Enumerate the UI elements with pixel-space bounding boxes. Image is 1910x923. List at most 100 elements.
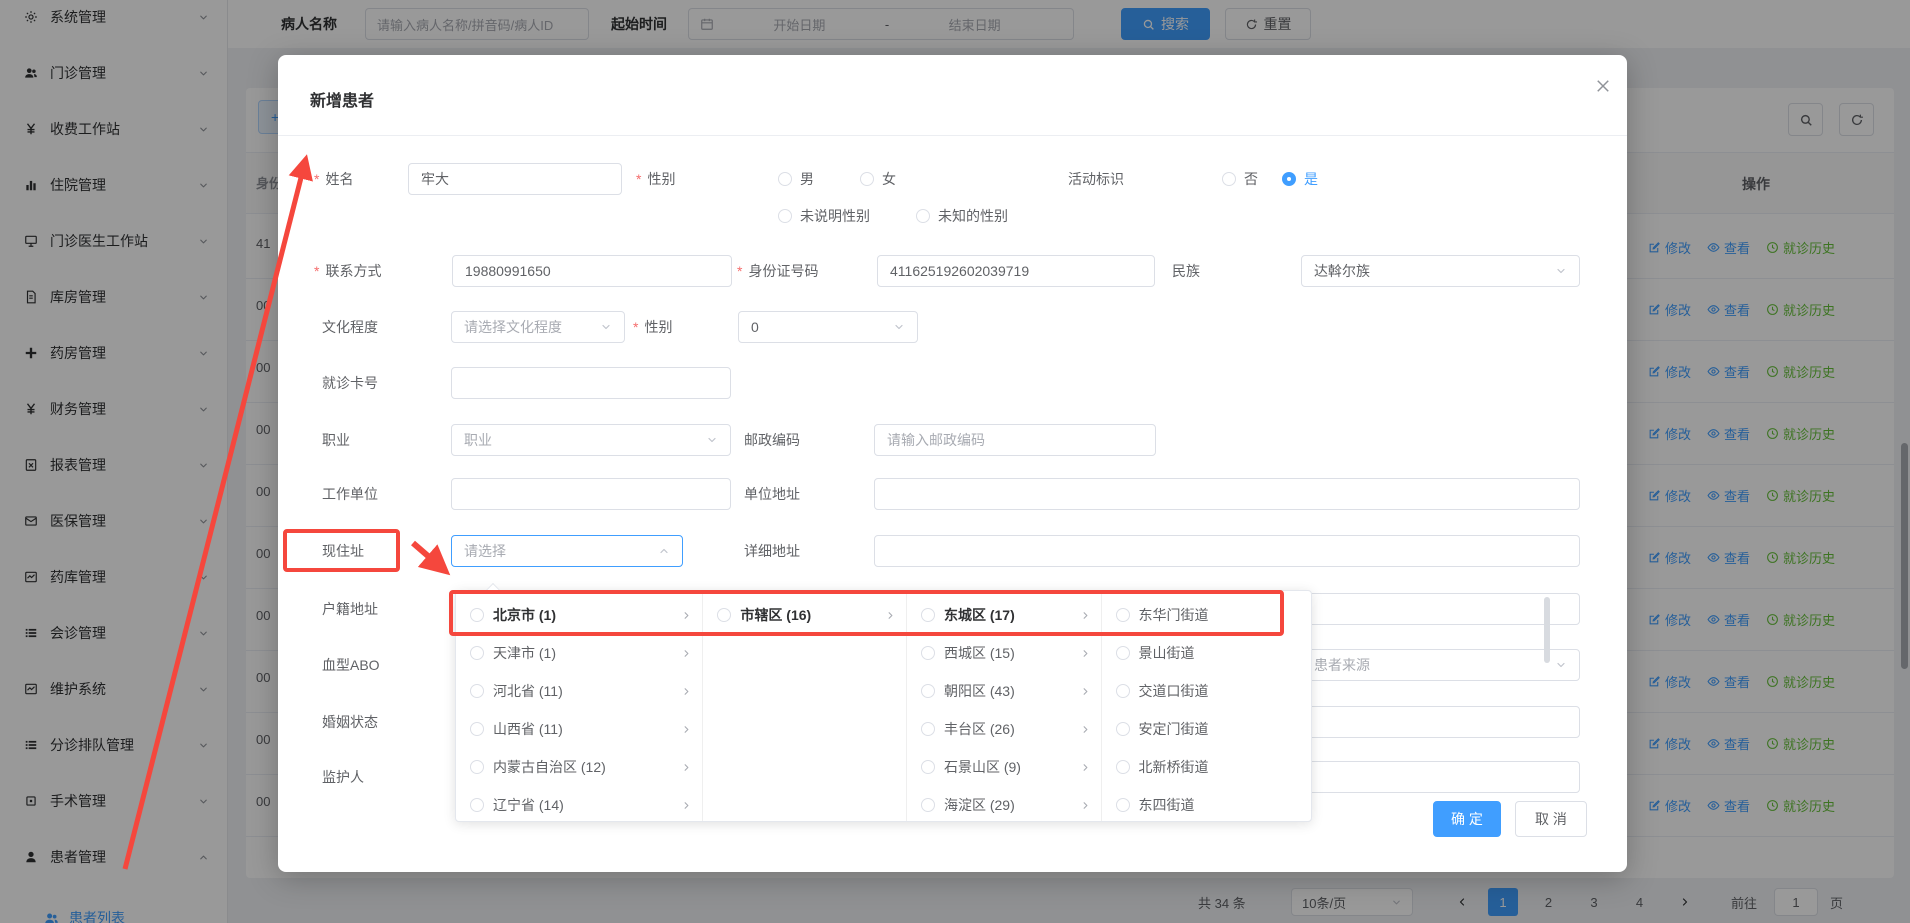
household-address-label: 户籍地址: [322, 593, 378, 625]
chevron-right-icon: [1080, 686, 1091, 697]
cascader-option-label: 丰台区 (26): [944, 719, 1071, 739]
cascader-option[interactable]: 辽宁省 (14): [456, 786, 702, 824]
cascader-option[interactable]: 东城区 (17): [907, 596, 1101, 634]
chevron-down-icon: [1555, 265, 1567, 277]
cascader-option[interactable]: 交道口街道: [1102, 672, 1312, 710]
cascader-option[interactable]: 东四街道: [1102, 786, 1312, 824]
cascader-column-1: 北京市 (1) 天津市 (1) 河北省 (11)山西省 (11) 内蒙古自治区 (12…: [456, 591, 703, 821]
cancel-button[interactable]: 取 消: [1515, 801, 1587, 837]
cascader-option[interactable]: 西城区 (15): [907, 634, 1101, 672]
detail-address-label: 详细地址: [744, 535, 800, 567]
gender-code-label: 性别: [633, 311, 672, 343]
patient-source-select[interactable]: 患者来源: [1301, 649, 1580, 681]
active-flag-label: 活动标识: [1068, 163, 1124, 195]
chevron-right-icon: [681, 762, 692, 773]
radio-icon: [916, 209, 930, 223]
radio-icon: [921, 722, 935, 736]
gender-radio-male[interactable]: 男: [778, 163, 814, 195]
cascader-option-label: 天津市 (1): [493, 643, 672, 663]
id-number-input[interactable]: 411625192602039719: [877, 255, 1155, 287]
cascader-option[interactable]: 北京市 (1): [456, 596, 702, 634]
active-flag-radio-no[interactable]: 否: [1222, 163, 1258, 195]
close-icon[interactable]: [1594, 77, 1612, 95]
radio-icon: [1116, 684, 1130, 698]
gender-radio-unstated[interactable]: 未说明性别: [778, 203, 870, 229]
cascader-option-label: 交道口街道: [1139, 681, 1302, 701]
chevron-right-icon: [1080, 648, 1091, 659]
cascader-option[interactable]: 朝阳区 (43): [907, 672, 1101, 710]
chevron-right-icon: [1080, 610, 1091, 621]
work-unit-input[interactable]: [451, 478, 731, 510]
cascader-option[interactable]: 东华门街道: [1102, 596, 1312, 634]
chevron-down-icon: [706, 434, 718, 446]
cascader-option-label: 海淀区 (29): [944, 795, 1071, 815]
radio-icon: [860, 172, 874, 186]
cascader-option-label: 东四街道: [1139, 795, 1302, 815]
chevron-right-icon: [681, 610, 692, 621]
visit-card-input[interactable]: [451, 367, 731, 399]
cascader-option[interactable]: 北新桥街道: [1102, 748, 1312, 786]
ethnicity-select[interactable]: 达斡尔族: [1301, 255, 1580, 287]
cascader-column-4: 东华门街道景山街道交道口街道安定门街道北新桥街道东四街道: [1102, 591, 1312, 821]
radio-icon: [470, 608, 484, 622]
cascader-scrollbar[interactable]: [1544, 597, 1550, 663]
radio-icon: [470, 798, 484, 812]
contact-input[interactable]: 19880991650: [452, 255, 732, 287]
cascader-option-label: 东城区 (17): [944, 605, 1071, 625]
cascader-option-label: 景山街道: [1139, 643, 1302, 663]
cascader-option-label: 西城区 (15): [944, 643, 1071, 663]
occupation-label: 职业: [322, 424, 350, 456]
active-flag-radio-yes[interactable]: 是: [1282, 163, 1318, 195]
radio-icon: [1116, 798, 1130, 812]
chevron-right-icon: [1080, 800, 1091, 811]
chevron-up-icon: [658, 545, 670, 557]
cascader-option-label: 内蒙古自治区 (12): [493, 757, 672, 777]
cascader-option[interactable]: 内蒙古自治区 (12): [456, 748, 702, 786]
chevron-right-icon: [1080, 762, 1091, 773]
detail-address-input[interactable]: [874, 535, 1580, 567]
cascader-option[interactable]: 安定门街道: [1102, 710, 1312, 748]
cascader-option-label: 安定门街道: [1139, 719, 1302, 739]
radio-icon: [470, 684, 484, 698]
gender-radio-female[interactable]: 女: [860, 163, 896, 195]
cascader-option[interactable]: 海淀区 (29): [907, 786, 1101, 824]
education-label: 文化程度: [322, 311, 378, 343]
education-select[interactable]: 请选择文化程度: [451, 311, 625, 343]
current-address-cascader[interactable]: 请选择: [451, 535, 683, 567]
cascader-option[interactable]: 河北省 (11): [456, 672, 702, 710]
id-number-label: 身份证号码: [737, 255, 818, 287]
cascader-option-label: 东华门街道: [1139, 605, 1302, 625]
work-unit-label: 工作单位: [322, 478, 378, 510]
cascader-option[interactable]: 天津市 (1): [456, 634, 702, 672]
ethnicity-label: 民族: [1172, 255, 1200, 287]
cascader-option-label: 市辖区 (16): [740, 605, 876, 625]
cascader-option-label: 辽宁省 (14): [493, 795, 672, 815]
name-input[interactable]: 牢大: [408, 163, 622, 195]
gender-radio-unknown[interactable]: 未知的性别: [916, 203, 1008, 229]
cascader-option[interactable]: 山西省 (11): [456, 710, 702, 748]
cascader-column-2: 市辖区 (16): [703, 591, 907, 821]
guardian-label: 监护人: [322, 761, 364, 793]
chevron-down-icon: [893, 321, 905, 333]
cascader-option[interactable]: 石景山区 (9): [907, 748, 1101, 786]
radio-icon: [1116, 646, 1130, 660]
current-address-label: 现住址: [322, 535, 364, 567]
occupation-select[interactable]: 职业: [451, 424, 731, 456]
cascader-option[interactable]: 市辖区 (16): [703, 596, 906, 634]
cascader-option[interactable]: 丰台区 (26): [907, 710, 1101, 748]
radio-icon: [1116, 760, 1130, 774]
radio-icon: [778, 209, 792, 223]
radio-icon: [778, 172, 792, 186]
work-address-input[interactable]: [874, 478, 1580, 510]
chevron-right-icon: [681, 686, 692, 697]
confirm-button[interactable]: 确 定: [1433, 801, 1501, 837]
modal-title: 新增患者: [310, 87, 374, 111]
postal-code-input[interactable]: 请输入邮政编码: [874, 424, 1156, 456]
gender-code-select[interactable]: 0: [738, 311, 918, 343]
radio-icon: [921, 646, 935, 660]
cascader-option[interactable]: 景山街道: [1102, 634, 1312, 672]
chevron-right-icon: [681, 800, 692, 811]
chevron-right-icon: [681, 648, 692, 659]
radio-icon: [1116, 722, 1130, 736]
chevron-down-icon: [1555, 659, 1567, 671]
